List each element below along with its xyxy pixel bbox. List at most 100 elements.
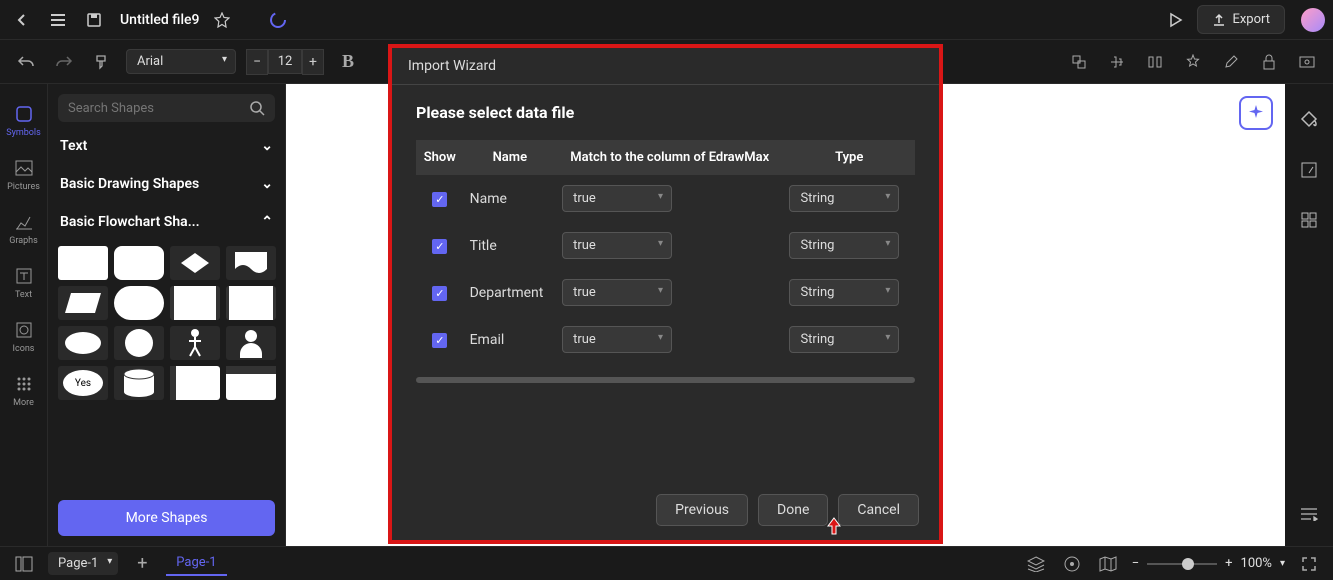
show-checkbox[interactable]: ✓: [432, 286, 447, 301]
add-page-button[interactable]: +: [130, 552, 154, 576]
type-select[interactable]: String: [789, 232, 899, 259]
font-size-increase[interactable]: +: [302, 49, 324, 75]
match-select[interactable]: true: [562, 185, 672, 212]
page-tab[interactable]: Page-1: [166, 551, 226, 576]
shape-circle[interactable]: [114, 326, 164, 360]
redo-button[interactable]: [50, 48, 78, 76]
cancel-button[interactable]: Cancel: [838, 494, 919, 526]
previous-button[interactable]: Previous: [656, 494, 748, 526]
category-label: Basic Flowchart Sha...: [60, 214, 200, 230]
col-type: Type: [783, 140, 915, 175]
effects-icon[interactable]: [1179, 48, 1207, 76]
shape-rounded-rect[interactable]: [114, 246, 164, 280]
shape-user[interactable]: [226, 326, 276, 360]
rail-text[interactable]: Text: [6, 264, 42, 300]
undo-button[interactable]: [12, 48, 40, 76]
shape-diamond[interactable]: [170, 246, 220, 280]
symbols-icon: [12, 102, 36, 126]
map-icon[interactable]: [1096, 552, 1120, 576]
horizontal-scrollbar[interactable]: [416, 377, 915, 383]
preview-icon[interactable]: [1293, 48, 1321, 76]
font-size-stepper: − 12 +: [246, 49, 324, 75]
rail-more[interactable]: More: [6, 372, 42, 408]
layout-tool-icon[interactable]: [1295, 156, 1323, 184]
yes-label: Yes: [75, 378, 91, 389]
rail-graphs[interactable]: Graphs: [6, 210, 42, 246]
category-basic-drawing[interactable]: Basic Drawing Shapes⌄: [58, 170, 275, 198]
shape-card[interactable]: [170, 366, 220, 400]
rail-label: Symbols: [6, 128, 41, 138]
grid-tool-icon[interactable]: [1295, 206, 1323, 234]
done-button[interactable]: Done: [758, 494, 828, 526]
export-button[interactable]: Export: [1197, 5, 1285, 34]
category-basic-flowchart[interactable]: Basic Flowchart Sha...⌃: [58, 208, 275, 236]
search-input[interactable]: [68, 101, 241, 116]
bold-button[interactable]: B: [334, 48, 362, 76]
layers-icon[interactable]: [1024, 552, 1048, 576]
show-checkbox[interactable]: ✓: [432, 192, 447, 207]
field-name: Email: [464, 316, 556, 363]
dialog-heading: Please select data file: [416, 103, 915, 122]
chevron-down-icon[interactable]: ▾: [1280, 558, 1285, 569]
zoom-slider[interactable]: − + 100% ▾: [1132, 556, 1285, 571]
zoom-thumb[interactable]: [1182, 558, 1194, 570]
chevron-down-icon: ⌄: [261, 138, 273, 154]
search-shapes[interactable]: [58, 94, 275, 122]
category-text[interactable]: Text⌄: [58, 132, 275, 160]
favorite-icon[interactable]: [208, 6, 236, 34]
shape-capsule[interactable]: [114, 286, 164, 320]
type-select[interactable]: String: [789, 279, 899, 306]
highlight-arrow-icon: [824, 516, 844, 536]
lock-icon[interactable]: [1255, 48, 1283, 76]
dialog-body: Please select data file Show Name Match …: [392, 85, 939, 480]
show-checkbox[interactable]: ✓: [432, 239, 447, 254]
font-size-input[interactable]: 12: [268, 49, 302, 74]
more-shapes-button[interactable]: More Shapes: [58, 500, 275, 536]
shape-yes[interactable]: Yes: [58, 366, 108, 400]
field-name: Name: [464, 175, 556, 222]
shape-person[interactable]: [170, 326, 220, 360]
save-icon[interactable]: [80, 6, 108, 34]
font-size-decrease[interactable]: −: [246, 49, 268, 75]
distribute-icon[interactable]: [1141, 48, 1169, 76]
fill-tool-icon[interactable]: [1295, 106, 1323, 134]
match-select[interactable]: true: [562, 279, 672, 306]
match-select[interactable]: true: [562, 232, 672, 259]
shape-document[interactable]: [226, 246, 276, 280]
layout-toggle-icon[interactable]: [12, 552, 36, 576]
user-avatar[interactable]: [1301, 8, 1325, 32]
group-icon[interactable]: [1065, 48, 1093, 76]
rail-icons[interactable]: Icons: [6, 318, 42, 354]
type-select[interactable]: String: [789, 185, 899, 212]
shape-subroutine[interactable]: [170, 286, 220, 320]
play-icon[interactable]: [1161, 6, 1189, 34]
shape-ellipse[interactable]: [58, 326, 108, 360]
zoom-out-icon[interactable]: −: [1132, 556, 1139, 571]
shape-subroutine2[interactable]: [226, 286, 276, 320]
zoom-track[interactable]: [1147, 563, 1217, 565]
rail-symbols[interactable]: Symbols: [6, 102, 42, 138]
shape-cylinder[interactable]: [114, 366, 164, 400]
page-select[interactable]: Page-1: [48, 552, 118, 575]
show-checkbox[interactable]: ✓: [432, 333, 447, 348]
shape-parallelogram[interactable]: [58, 286, 108, 320]
type-select[interactable]: String: [789, 326, 899, 353]
focus-icon[interactable]: [1060, 552, 1084, 576]
ai-sparkle-button[interactable]: [1239, 96, 1273, 130]
fullscreen-icon[interactable]: [1297, 552, 1321, 576]
zoom-in-icon[interactable]: +: [1225, 556, 1232, 571]
field-mapping-table: Show Name Match to the column of EdrawMa…: [416, 140, 915, 363]
shape-rectangle[interactable]: [58, 246, 108, 280]
edit-icon[interactable]: [1217, 48, 1245, 76]
collapse-panel-icon[interactable]: [1295, 500, 1323, 528]
shape-header[interactable]: [226, 366, 276, 400]
text-icon: [12, 264, 36, 288]
match-select[interactable]: true: [562, 326, 672, 353]
format-painter-icon[interactable]: [88, 48, 116, 76]
rail-pictures[interactable]: Pictures: [6, 156, 42, 192]
shapes-sidebar: Text⌄ Basic Drawing Shapes⌄ Basic Flowch…: [48, 84, 286, 546]
font-family-select[interactable]: Arial: [126, 49, 236, 74]
back-button[interactable]: [8, 6, 36, 34]
align-icon[interactable]: [1103, 48, 1131, 76]
menu-icon[interactable]: [44, 6, 72, 34]
